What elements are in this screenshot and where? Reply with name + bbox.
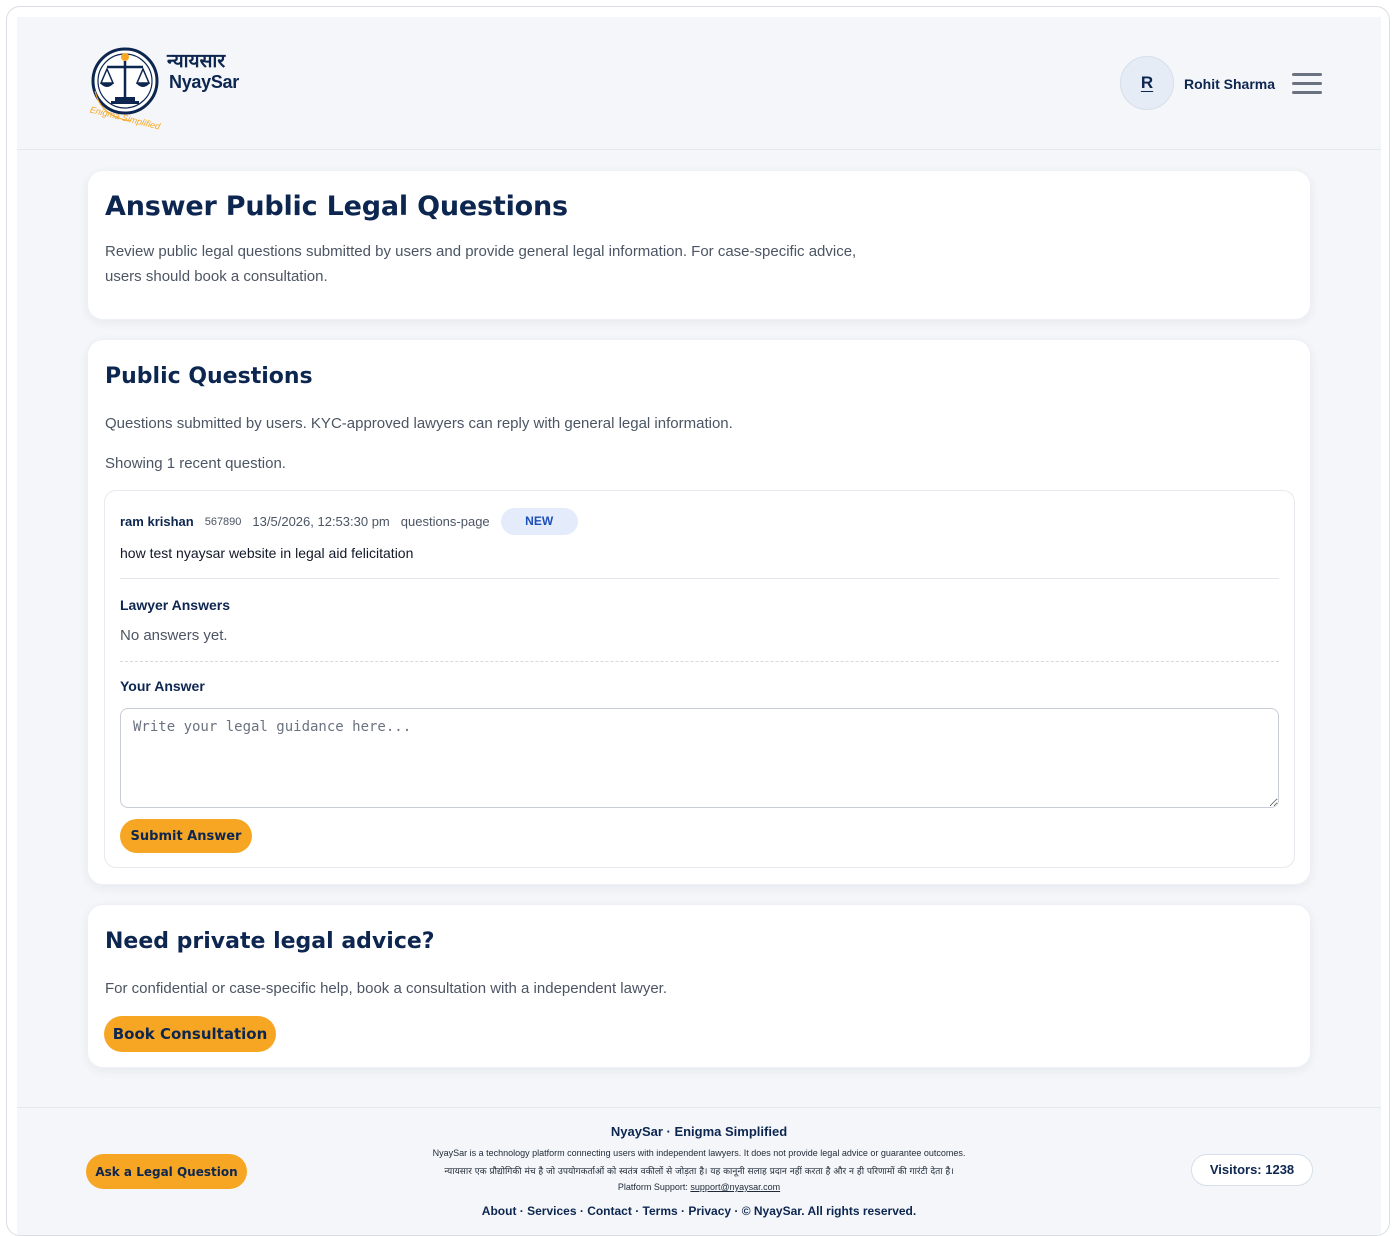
public-questions-card: Public Questions Questions submitted by … bbox=[87, 339, 1311, 885]
footer-link-terms[interactable]: Terms bbox=[643, 1204, 678, 1218]
footer-copyright: © NyaySar. All rights reserved. bbox=[741, 1204, 917, 1218]
question-author: ram krishan bbox=[120, 514, 194, 529]
logo-english-text: NyaySar bbox=[169, 72, 239, 92]
site-footer: Ask a Legal Question NyaySar · Enigma Si… bbox=[17, 1107, 1381, 1235]
footer-link-contact[interactable]: Contact bbox=[587, 1204, 632, 1218]
footer-support: Platform Support: support@nyaysar.com bbox=[617, 1182, 781, 1192]
intro-card: Answer Public Legal Questions Review pub… bbox=[87, 170, 1311, 320]
private-advice-card: Need private legal advice? For confident… bbox=[87, 904, 1311, 1068]
submit-answer-button[interactable]: Submit Answer bbox=[120, 819, 252, 853]
dashed-divider bbox=[120, 661, 1279, 662]
question-item: ram krishan 567890 13/5/2026, 12:53:30 p… bbox=[104, 490, 1295, 868]
private-advice-description: For confidential or case-specific help, … bbox=[105, 980, 667, 997]
footer-brand: NyaySar · Enigma Simplified bbox=[610, 1124, 788, 1139]
lawyer-answers-heading: Lawyer Answers bbox=[120, 597, 230, 613]
page-title: Answer Public Legal Questions bbox=[105, 191, 568, 222]
your-answer-heading: Your Answer bbox=[120, 678, 205, 694]
logo-hindi-text: न्यायसार bbox=[167, 50, 226, 72]
footer-disclaimer-hi: न्यायसार एक प्रौद्योगिकी मंच है जो उपयोग… bbox=[444, 1167, 954, 1177]
divider bbox=[120, 578, 1279, 579]
question-count: Showing 1 recent question. bbox=[105, 455, 286, 472]
question-id: 567890 bbox=[204, 515, 242, 528]
page: Enigma Simplified न्यायसार NyaySar R Roh… bbox=[17, 17, 1381, 1235]
footer-link-about[interactable]: About bbox=[482, 1204, 517, 1218]
question-meta: ram krishan 567890 13/5/2026, 12:53:30 p… bbox=[120, 508, 578, 535]
answer-textarea[interactable] bbox=[120, 708, 1279, 808]
question-timestamp: 13/5/2026, 12:53:30 pm bbox=[252, 514, 390, 529]
user-name[interactable]: Rohit Sharma bbox=[1184, 76, 1275, 92]
footer-links: About · Services · Contact · Terms · Pri… bbox=[481, 1204, 917, 1218]
visitor-counter: Visitors: 1238 bbox=[1191, 1154, 1313, 1186]
section-description: Questions submitted by users. KYC-approv… bbox=[105, 415, 733, 432]
footer-link-services[interactable]: Services bbox=[527, 1204, 576, 1218]
question-text: how test nyaysar website in legal aid fe… bbox=[120, 545, 414, 561]
no-answers-text: No answers yet. bbox=[120, 627, 228, 644]
intro-description: Review public legal questions submitted … bbox=[105, 243, 857, 285]
avatar-initial: R bbox=[1140, 73, 1154, 92]
private-advice-title: Need private legal advice? bbox=[105, 929, 435, 954]
user-avatar[interactable]: R bbox=[1120, 56, 1174, 110]
section-title: Public Questions bbox=[105, 364, 313, 389]
footer-disclaimer-en: NyaySar is a technology platform connect… bbox=[432, 1148, 966, 1158]
hamburger-menu-icon[interactable] bbox=[1292, 73, 1322, 95]
status-badge: NEW bbox=[500, 508, 578, 535]
question-source: questions-page bbox=[400, 514, 490, 529]
browser-frame: Enigma Simplified न्यायसार NyaySar R Roh… bbox=[6, 6, 1390, 1236]
footer-link-privacy[interactable]: Privacy bbox=[688, 1204, 731, 1218]
support-email-link[interactable]: support@nyaysar.com bbox=[690, 1182, 780, 1192]
book-consultation-button[interactable]: Book Consultation bbox=[104, 1016, 276, 1052]
site-header: Enigma Simplified न्यायसार NyaySar R Roh… bbox=[17, 17, 1381, 150]
